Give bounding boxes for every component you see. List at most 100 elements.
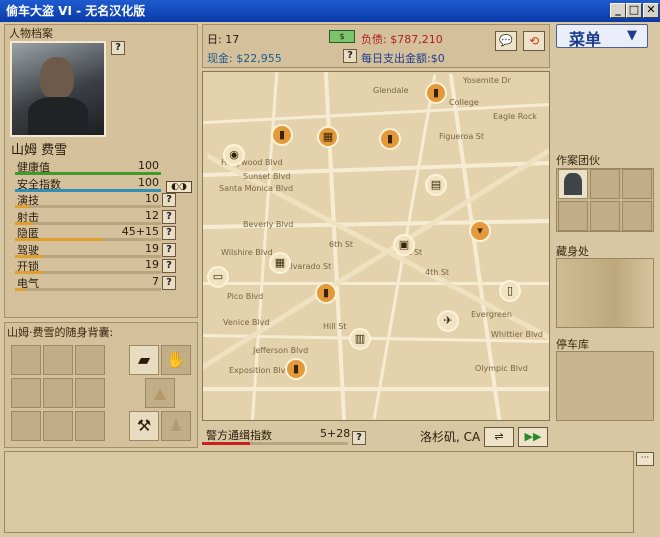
pistol-icon[interactable]: ▰ xyxy=(129,345,159,375)
location-pin[interactable]: ▥ xyxy=(349,328,371,350)
finance-help-button[interactable]: ? xyxy=(343,49,357,63)
street-label: Hill St xyxy=(323,322,347,331)
cash-amount: 现金: $22,955 xyxy=(207,52,282,65)
location-pin[interactable]: ▮ xyxy=(285,358,307,380)
crew-member-slot[interactable] xyxy=(590,169,620,199)
location-pin[interactable]: ▮ xyxy=(315,282,337,304)
stat-help-button[interactable]: ? xyxy=(162,259,176,273)
crew-member-slot[interactable] xyxy=(590,201,620,231)
stat-help-button[interactable]: ? xyxy=(162,226,176,240)
street-label: Beverly Blvd xyxy=(243,220,294,229)
street-label: Sunset Blvd xyxy=(243,172,291,181)
crowbar-icon[interactable]: ⚒ xyxy=(129,411,159,441)
stat-value: 19 xyxy=(145,241,159,255)
backpack-slot[interactable] xyxy=(75,345,105,375)
stat-help-button[interactable]: ? xyxy=(162,242,176,257)
location-pin[interactable]: ▮ xyxy=(379,128,401,150)
street-label: Yosemite Dr xyxy=(463,76,511,85)
stat-row: 驾驶 19 xyxy=(15,242,161,259)
street-label: Jefferson Blvd xyxy=(253,346,309,355)
crew-panel xyxy=(556,168,654,232)
crew-label: 作案团伙 xyxy=(556,154,600,167)
street-label: Alvarado St xyxy=(285,262,332,271)
wanted-track xyxy=(202,442,348,445)
backpack-slot[interactable] xyxy=(11,378,41,408)
car-icon[interactable]: ⇌ xyxy=(484,427,514,447)
more-button[interactable]: ··· xyxy=(636,452,654,466)
city-map[interactable]: Hollywood Blvd Sunset Blvd Santa Monica … xyxy=(202,71,550,421)
location-pin[interactable]: ◉ xyxy=(223,144,245,166)
location-pin[interactable]: ▭ xyxy=(207,266,229,288)
backpack-label: 山姆·费雪的随身背囊: xyxy=(7,326,114,339)
backpack-slot[interactable] xyxy=(75,378,105,408)
backpack-slot[interactable] xyxy=(75,411,105,441)
status-bar: 警方通缉指数 5+28 ? 洛杉矶, CA ⇌ ▶▶ xyxy=(202,424,550,448)
finance-panel: 日: 17 $ 负债: $787,210 现金: $22,955 ? 每日支出金… xyxy=(202,24,550,68)
chat-icon[interactable]: 💬 xyxy=(495,31,517,51)
stat-value: 12 xyxy=(145,208,159,222)
profile-help-button[interactable]: ? xyxy=(111,41,125,55)
next-day-icon[interactable]: ▶▶ xyxy=(518,427,548,447)
crew-member-slot[interactable] xyxy=(622,169,652,199)
backpack-slot[interactable] xyxy=(43,378,73,408)
location-pin[interactable]: ▣ xyxy=(393,234,415,256)
stat-bar-track xyxy=(15,287,161,291)
window-title: 偷车大盗 VI - 无名汉化版 xyxy=(6,4,146,18)
street-label: Santa Monica Blvd xyxy=(219,184,294,193)
stat-value: 45+15 xyxy=(121,225,159,238)
backpack-slot[interactable] xyxy=(11,411,41,441)
shirt-icon[interactable]: ▲ xyxy=(145,378,175,408)
minimize-button[interactable]: _ xyxy=(610,3,626,18)
street-label: Whittier Blvd xyxy=(491,330,543,339)
money-icon[interactable]: $ xyxy=(329,30,355,43)
street-label: Glendale xyxy=(373,86,409,95)
stat-row: 开锁 19 xyxy=(15,258,161,275)
street-label: Exposition Blvd xyxy=(229,366,291,375)
refresh-icon[interactable]: ⟲ xyxy=(523,31,545,51)
message-log xyxy=(4,451,634,533)
location-pin[interactable]: ▮ xyxy=(271,124,293,146)
backpack-slot[interactable] xyxy=(11,345,41,375)
stat-help-button[interactable]: ? xyxy=(162,193,176,207)
location-pin[interactable]: ✈ xyxy=(437,310,459,332)
character-name: 山姆 费雪 xyxy=(11,143,68,158)
crew-member-slot[interactable] xyxy=(558,201,588,231)
stat-row: 电气 7 xyxy=(15,275,161,292)
location-pin[interactable]: ▯ xyxy=(499,280,521,302)
garage-panel[interactable] xyxy=(556,351,654,421)
mask-icon[interactable]: ◐◑ xyxy=(166,181,192,193)
menu-button[interactable]: 菜单 ▼ xyxy=(556,24,648,49)
crew-avatar xyxy=(564,173,582,195)
stat-value: 100 xyxy=(138,175,159,189)
stat-bar-fill xyxy=(15,287,26,291)
crew-member-slot[interactable] xyxy=(622,201,652,231)
stat-row: 射击 12 xyxy=(15,209,161,226)
location-pin[interactable]: ▮ xyxy=(425,82,447,104)
street-label: 4th St xyxy=(425,268,450,277)
shoes-icon[interactable]: ♟ xyxy=(161,411,191,441)
location-pin[interactable]: ▾ xyxy=(469,220,491,242)
hideout-panel[interactable] xyxy=(556,258,654,328)
street-label: 6th St xyxy=(329,240,354,249)
street-label: Figueroa St xyxy=(439,132,484,141)
chevron-down-icon: ▼ xyxy=(627,28,637,43)
location-pin[interactable]: ▦ xyxy=(269,252,291,274)
location-pin[interactable]: ▤ xyxy=(425,174,447,196)
close-button[interactable]: ✕ xyxy=(643,3,659,18)
stat-row: 隐匿 45+15 xyxy=(15,225,161,242)
backpack-slot[interactable] xyxy=(43,411,73,441)
menu-label: 菜单 xyxy=(569,30,602,49)
wanted-help-button[interactable]: ? xyxy=(352,431,366,445)
street-label: Venice Blvd xyxy=(223,318,270,327)
debt-amount: 负债: $787,210 xyxy=(361,33,443,46)
backpack-slot[interactable] xyxy=(43,345,73,375)
avatar xyxy=(10,41,106,137)
crew-member-slot[interactable] xyxy=(558,169,588,199)
profile-panel: 人物档案 ? 山姆 费雪 健康值 100 安全指数 100 演技 10? 射击 12? 隐匿 45… xyxy=(4,24,198,318)
day-counter: 日: 17 xyxy=(207,33,240,46)
location-pin[interactable]: ▦ xyxy=(317,126,339,148)
stat-help-button[interactable]: ? xyxy=(162,275,176,290)
glove-icon[interactable]: ✋ xyxy=(161,345,191,375)
stat-help-button[interactable]: ? xyxy=(162,209,176,224)
maximize-button[interactable]: □ xyxy=(626,3,642,18)
